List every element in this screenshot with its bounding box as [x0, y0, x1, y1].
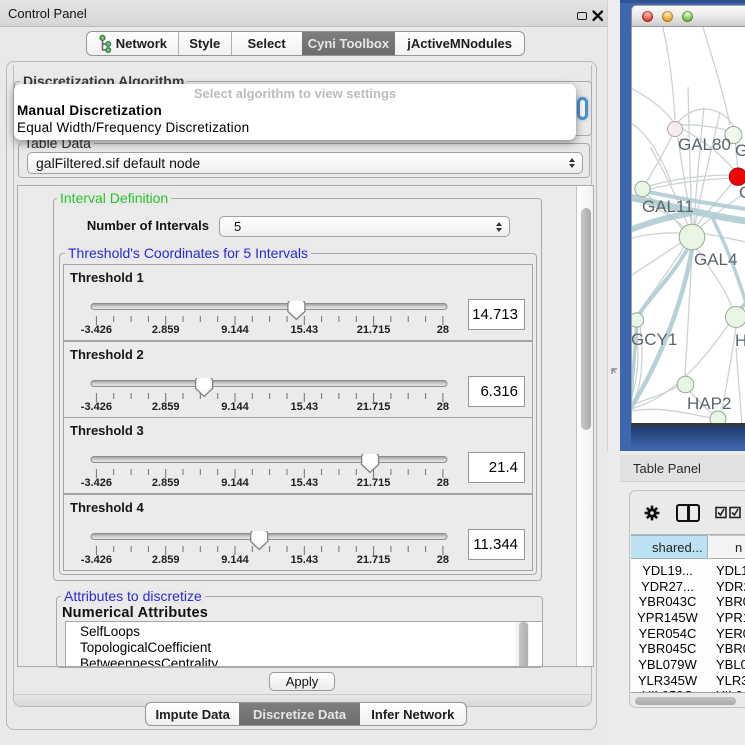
svg-text:GAL11: GAL11: [642, 197, 694, 216]
svg-text:GCY1: GCY1: [632, 330, 677, 349]
svg-text:GAL4: GAL4: [694, 250, 737, 269]
svg-text:H: H: [735, 331, 745, 350]
svg-text:GAL80: GAL80: [678, 135, 731, 154]
svg-text:HAP2: HAP2: [687, 394, 731, 413]
svg-text:GA: GA: [735, 141, 745, 160]
svg-text:C: C: [739, 183, 745, 202]
